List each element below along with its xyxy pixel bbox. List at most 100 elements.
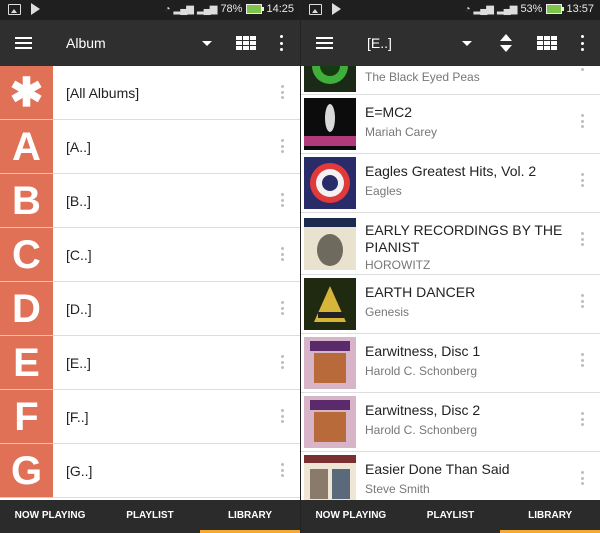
album-cover: [304, 396, 356, 448]
letter-row-d[interactable]: D [D..]: [0, 282, 300, 336]
letter-label: [G..]: [66, 463, 93, 479]
wifi-icon: ◔: [164, 3, 170, 15]
wifi-icon: ◔: [464, 3, 470, 15]
letter-row-all[interactable]: ✱ [All Albums]: [0, 66, 300, 120]
album-artist: Steve Smith: [365, 482, 430, 496]
letter-row-g[interactable]: G [G..]: [0, 444, 300, 498]
album-row[interactable]: Earwitness, Disc 2 Harold C. Schonberg: [301, 393, 600, 452]
letter-row-e[interactable]: E [E..]: [0, 336, 300, 390]
letter-tile: C: [0, 228, 53, 282]
item-menu-icon[interactable]: [581, 114, 584, 128]
album-artist: Harold C. Schonberg: [365, 364, 478, 378]
overflow-menu-icon[interactable]: [580, 35, 584, 51]
screen-album-index: ◔ ▂▄▆ ▂▄▆ 78% 14:25 Album ✱ [All Albums]…: [0, 0, 300, 533]
image-notification-icon: [309, 3, 322, 15]
letter-label: [D..]: [66, 301, 92, 317]
item-menu-icon[interactable]: [281, 85, 284, 99]
letter-tile: A: [0, 120, 53, 174]
play-notification-icon: [332, 3, 341, 15]
album-list: The Black Eyed Peas E=MC2 Mariah Carey E…: [301, 66, 600, 500]
item-menu-icon[interactable]: [581, 294, 584, 308]
album-row[interactable]: EARTH DANCER Genesis: [301, 275, 600, 334]
item-menu-icon[interactable]: [581, 471, 584, 485]
signal-icon: ▂▄▆: [196, 3, 217, 15]
tab-library[interactable]: LIBRARY: [200, 500, 300, 533]
item-menu-icon[interactable]: [581, 353, 584, 367]
item-menu-icon[interactable]: [281, 139, 284, 153]
letter-row-b[interactable]: B [B..]: [0, 174, 300, 228]
dropdown-arrow-icon[interactable]: [202, 41, 212, 46]
album-title: EARLY RECORDINGS BY THE PIANIST: [365, 222, 563, 255]
letter-row-f[interactable]: F [F..]: [0, 390, 300, 444]
item-menu-icon[interactable]: [281, 301, 284, 315]
sort-icon[interactable]: [500, 34, 512, 52]
letter-label: [F..]: [66, 409, 89, 425]
letter-label: [B..]: [66, 193, 91, 209]
status-bar: ◔ ▂▄▆ ▂▄▆ 78% 14:25: [0, 0, 300, 20]
item-menu-icon[interactable]: [281, 409, 284, 423]
battery-icon: [246, 4, 265, 14]
clock: 13:57: [566, 3, 594, 15]
letter-tile: B: [0, 174, 53, 228]
screen-album-list: ◔ ▂▄▆ ▂▄▆ 53% 13:57 [E..] The Black Eyed…: [301, 0, 600, 533]
album-row[interactable]: Easier Done Than Said Steve Smith: [301, 452, 600, 500]
letter-tile: E: [0, 336, 53, 390]
album-row[interactable]: Earwitness, Disc 1 Harold C. Schonberg: [301, 334, 600, 393]
item-menu-icon[interactable]: [581, 232, 584, 246]
item-menu-icon[interactable]: [581, 68, 584, 76]
album-title: Eagles Greatest Hits, Vol. 2: [365, 163, 537, 179]
album-artist: HOROWITZ: [365, 258, 431, 272]
album-cover: [304, 157, 356, 209]
item-menu-icon[interactable]: [281, 355, 284, 369]
overflow-menu-icon[interactable]: [279, 35, 283, 51]
grid-view-icon[interactable]: [537, 36, 557, 50]
letter-row-c[interactable]: C [C..]: [0, 228, 300, 282]
album-title: EARTH DANCER: [365, 284, 476, 300]
item-menu-icon[interactable]: [581, 173, 584, 187]
letter-label: [All Albums]: [66, 85, 140, 101]
battery-icon: [546, 4, 565, 14]
album-cover: [304, 278, 356, 330]
signal-icon: ▂▄▆: [173, 3, 194, 15]
tab-now-playing[interactable]: NOW PLAYING: [301, 500, 401, 533]
letter-tile: D: [0, 282, 53, 336]
dropdown-arrow-icon[interactable]: [462, 41, 472, 46]
item-menu-icon[interactable]: [581, 412, 584, 426]
tab-playlist[interactable]: PLAYLIST: [100, 500, 200, 533]
album-cover: [304, 337, 356, 389]
battery-percent: 78%: [220, 3, 243, 15]
album-artist: Mariah Carey: [365, 125, 438, 139]
letter-tile: G: [0, 444, 53, 498]
clock: 14:25: [266, 3, 294, 15]
item-menu-icon[interactable]: [281, 193, 284, 207]
album-artist: The Black Eyed Peas: [365, 70, 480, 84]
album-cover: [304, 455, 356, 500]
item-menu-icon[interactable]: [281, 247, 284, 261]
album-title: E=MC2: [365, 104, 413, 120]
tab-library[interactable]: LIBRARY: [500, 500, 600, 533]
category-selector[interactable]: Album: [66, 35, 106, 51]
tab-now-playing[interactable]: NOW PLAYING: [0, 500, 100, 533]
letter-row-a[interactable]: A [A..]: [0, 120, 300, 174]
letter-index-list: ✱ [All Albums] A [A..] B [B..] C [C..] D…: [0, 66, 300, 500]
letter-tile: F: [0, 390, 53, 444]
album-artist: Harold C. Schonberg: [365, 423, 478, 437]
menu-icon[interactable]: [15, 37, 32, 49]
album-row[interactable]: The Black Eyed Peas: [301, 66, 600, 95]
album-row[interactable]: E=MC2 Mariah Carey: [301, 95, 600, 154]
album-title: Easier Done Than Said: [365, 461, 510, 477]
bottom-navigation: NOW PLAYING PLAYLIST LIBRARY: [0, 500, 300, 533]
item-menu-icon[interactable]: [281, 463, 284, 477]
album-cover: [304, 218, 356, 270]
album-row[interactable]: Eagles Greatest Hits, Vol. 2 Eagles: [301, 154, 600, 213]
album-cover: [304, 98, 356, 150]
album-cover: [304, 66, 356, 92]
grid-view-icon[interactable]: [236, 36, 256, 50]
toolbar: [E..]: [301, 20, 600, 66]
filter-selector[interactable]: [E..]: [367, 35, 392, 51]
album-artist: Genesis: [365, 305, 410, 319]
menu-icon[interactable]: [316, 37, 333, 49]
album-row[interactable]: EARLY RECORDINGS BY THE PIANIST HOROWITZ: [301, 213, 600, 275]
letter-label: [E..]: [66, 355, 91, 371]
tab-playlist[interactable]: PLAYLIST: [401, 500, 501, 533]
